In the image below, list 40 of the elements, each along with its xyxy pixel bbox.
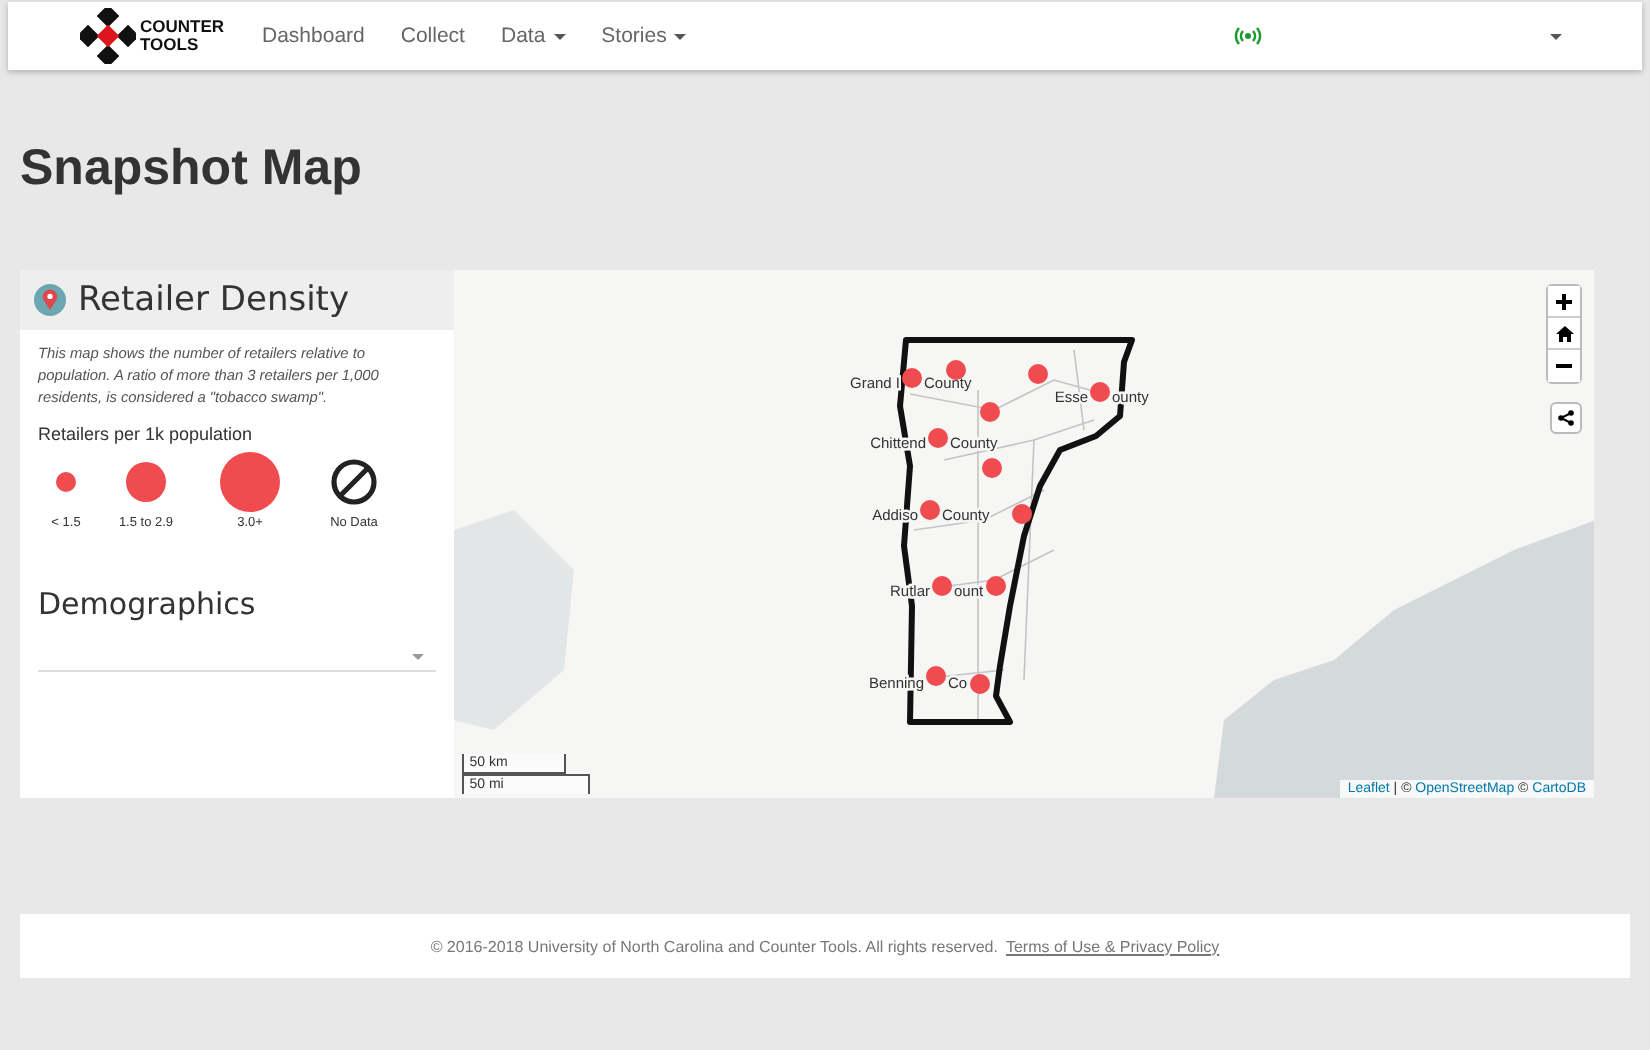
nav-link[interactable]: Stories bbox=[583, 24, 705, 48]
share-icon bbox=[1558, 410, 1574, 426]
section-title: Demographics bbox=[38, 586, 258, 622]
caret-icon bbox=[674, 33, 687, 39]
legend-circle bbox=[126, 462, 166, 502]
legend-circle bbox=[220, 452, 280, 512]
share-button[interactable] bbox=[1550, 402, 1582, 434]
retailer-density-marker[interactable] bbox=[979, 402, 1000, 422]
retailer-density-marker[interactable] bbox=[901, 368, 922, 388]
nav-link[interactable]: Data bbox=[482, 24, 584, 48]
page-title: Snapshot Map bbox=[20, 138, 364, 198]
logo-diamonds-icon bbox=[80, 8, 136, 64]
legend-circle bbox=[56, 472, 76, 492]
caret-icon bbox=[553, 33, 566, 39]
retailer-density-marker[interactable] bbox=[931, 576, 952, 596]
copyright-text: © 2016-2018 University of North Carolina and Counter Tools. All rights reserved. bbox=[430, 937, 998, 955]
caret-icon bbox=[411, 653, 424, 659]
retailer-density-marker[interactable] bbox=[945, 360, 966, 380]
broadcast-icon[interactable] bbox=[1234, 26, 1262, 46]
no-data-icon bbox=[330, 458, 378, 506]
legend-title: Retailers per 1k population bbox=[38, 424, 255, 444]
zoom-in-button[interactable] bbox=[1548, 286, 1580, 318]
retailer-density-marker[interactable] bbox=[927, 428, 948, 448]
retailer-density-marker[interactable] bbox=[981, 458, 1002, 478]
terms-link[interactable]: Terms of Use & Privacy Policy bbox=[1005, 937, 1220, 955]
retailer-density-marker[interactable] bbox=[919, 500, 940, 520]
nav-link[interactable]: Collect bbox=[382, 24, 483, 48]
map-pin-icon bbox=[34, 284, 66, 316]
retailer-density-marker[interactable] bbox=[1089, 382, 1110, 402]
nav-link[interactable]: Dashboard bbox=[244, 24, 383, 48]
panel-title: Retailer Density bbox=[78, 280, 350, 320]
retailer-density-marker[interactable] bbox=[925, 666, 946, 686]
caret-icon[interactable] bbox=[1550, 33, 1562, 39]
retailer-density-marker[interactable] bbox=[969, 674, 990, 694]
retailer-density-marker[interactable] bbox=[1011, 504, 1032, 524]
retailer-density-marker[interactable] bbox=[1027, 364, 1048, 384]
minus-icon bbox=[1556, 358, 1572, 374]
retailer-density-marker[interactable] bbox=[985, 576, 1006, 596]
plus-icon bbox=[1556, 293, 1572, 309]
home-icon bbox=[1555, 325, 1573, 341]
